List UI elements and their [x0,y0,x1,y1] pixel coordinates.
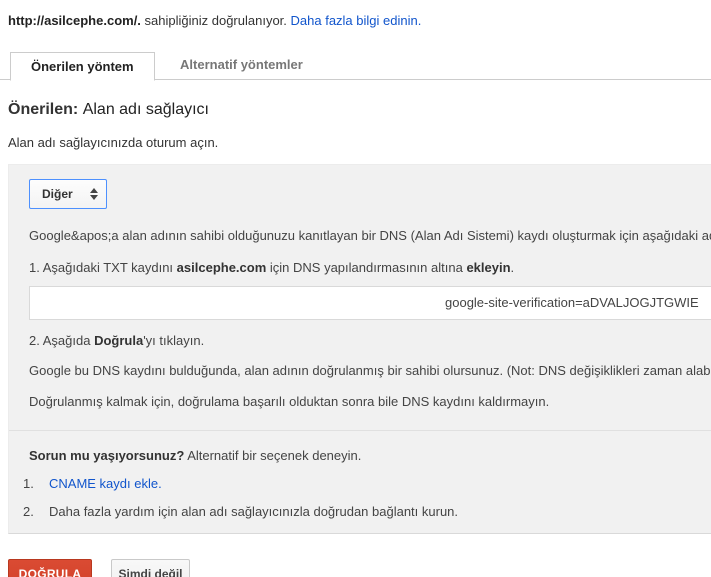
select-spinner-icon [90,188,98,200]
verifying-text: sahipliğiniz doğrulanıyor. [140,13,291,28]
method-tabs: Önerilen yöntem Alternatif yöntemler [0,51,711,81]
step2-instruction: 2. Aşağıda Doğrula'yı tıklayın. [29,333,711,348]
page-viewport: http://asilcephe.com/. sahipliğiniz doğr… [0,0,711,577]
trouble-rest: Alternatif bir seçenek deneyin. [184,448,362,463]
verification-page: http://asilcephe.com/. sahipliğiniz doğr… [0,13,711,577]
step2-suffix: 'yı tıklayın. [143,333,205,348]
step2-action: Doğrula [94,333,144,348]
step1-instruction: 1. Aşağıdaki TXT kaydını asilcephe.com i… [29,260,711,275]
learn-more-link[interactable]: Daha fazla bilgi edinin. [291,13,422,28]
step1-middle: için DNS yapılandırmasının altına [266,260,467,275]
provider-select-value: Diğer [42,187,73,201]
step1-domain: asilcephe.com [176,260,267,275]
list-num-2: 2. [23,504,34,519]
trouble-bold: Sorun mu yaşıyorsunuz? [29,448,185,463]
step1-prefix: 1. Aşağıdaki TXT kaydını [29,260,177,275]
recommended-heading: Önerilen: Alan adı sağlayıcı [8,101,711,119]
list-item-cname: 1. CNAME kaydı ekle. [23,476,711,491]
tab-alternate-methods[interactable]: Alternatif yöntemler [159,51,324,80]
cname-record-link[interactable]: CNAME kaydı ekle. [49,476,162,491]
keep-record-text: Doğrulanmış kalmak için, doğrulama başar… [29,394,550,409]
provider-select[interactable]: Diğer [29,179,107,209]
action-buttons: DOĞRULA Şimdi değil [8,559,190,577]
verification-header: http://asilcephe.com/. sahipliğiniz doğr… [8,13,711,28]
dns-intro-text: Google&apos;a alan adının sahibi olduğun… [29,228,711,243]
step2-prefix: 2. Aşağıda [29,333,95,348]
tab-recommended-method[interactable]: Önerilen yöntem [10,52,155,81]
dns-note-text: Google bu DNS kaydını bulduğunda, alan a… [29,363,711,378]
recommended-method: Alan adı sağlayıcı [82,101,209,118]
instruction-panel: Diğer Google&apos;a alan adının sahibi o… [8,164,711,534]
verify-button[interactable]: DOĞRULA [8,559,92,577]
contact-provider-text: Daha fazla yardım için alan adı sağlayıc… [49,504,459,519]
recommended-label: Önerilen: [8,101,83,118]
panel-divider [9,430,711,431]
step1-action: ekleyin [466,260,511,275]
site-url: http://asilcephe.com/. [8,13,141,28]
not-now-button[interactable]: Şimdi değil [111,559,190,577]
alternatives-list: 1. CNAME kaydı ekle. 2. Daha fazla yardı… [23,476,711,519]
signin-instruction: Alan adı sağlayıcınızda oturum açın. [8,135,219,150]
step1-suffix: . [510,260,515,275]
trouble-line: Sorun mu yaşıyorsunuz? Alternatif bir se… [29,448,711,463]
list-num-1: 1. [23,476,34,491]
txt-record-field[interactable]: google-site-verification=aDVALJOGJTGWIE [29,286,711,320]
list-item-contact-provider: 2. Daha fazla yardım için alan adı sağla… [23,504,711,519]
